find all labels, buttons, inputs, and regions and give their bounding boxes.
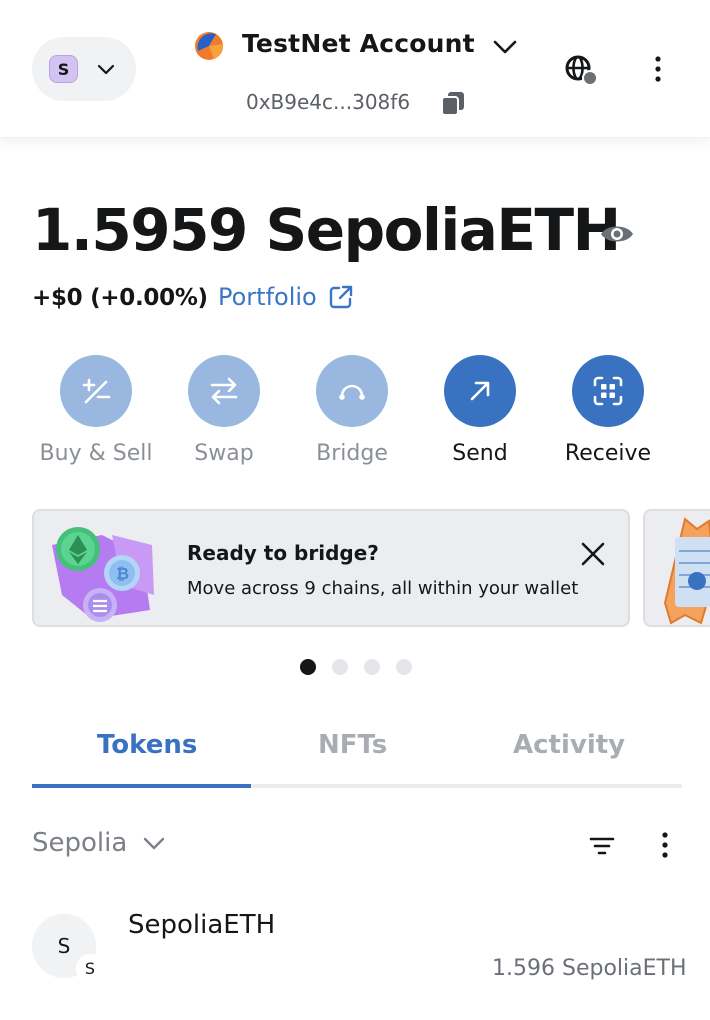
tab-activity[interactable]: Activity: [513, 730, 625, 760]
carousel-dot[interactable]: [364, 659, 380, 675]
account-avatar-icon: [195, 32, 224, 60]
tab-nfts[interactable]: NFTs: [318, 730, 387, 760]
swap-arrows-icon: [188, 355, 260, 427]
next-promo-banner[interactable]: [643, 509, 710, 627]
more-options-icon[interactable]: [646, 53, 670, 85]
bridge-icon: [316, 355, 388, 427]
qr-scan-icon: [572, 355, 644, 427]
account-name[interactable]: TestNet Account: [242, 29, 475, 58]
portfolio-label: Portfolio: [218, 283, 317, 311]
swap-button[interactable]: Swap: [164, 355, 284, 475]
globe-connection-icon[interactable]: [562, 52, 600, 90]
token-list-more-icon[interactable]: [653, 830, 677, 862]
tab-tokens[interactable]: Tokens: [97, 730, 197, 760]
sort-filter-icon[interactable]: [588, 832, 616, 860]
carousel-indicators: [300, 659, 412, 675]
send-button[interactable]: Send: [420, 355, 540, 475]
buy-sell-button[interactable]: Buy & Sell: [36, 355, 156, 475]
account-address: 0xB9e4c...308f6: [246, 90, 411, 114]
account-chevron-down-icon[interactable]: [490, 32, 520, 62]
header-bar: S TestNet Account 0xB9e4c...308f6: [0, 0, 710, 138]
banner-subtitle: Move across 9 chains, all within your wa…: [187, 578, 579, 599]
arrow-up-right-icon: [444, 355, 516, 427]
close-icon[interactable]: [578, 539, 608, 569]
bridge-label: Bridge: [316, 441, 388, 466]
crypto-coins-illustration: ₿: [52, 527, 154, 622]
network-avatar: S: [49, 55, 78, 83]
swap-label: Swap: [194, 441, 254, 466]
copy-icon[interactable]: [440, 90, 466, 116]
promo-illustration: [663, 517, 710, 625]
total-balance: 1.5959 SepoliaETH: [32, 196, 621, 264]
network-badge: S: [76, 954, 104, 982]
network-filter-dropdown[interactable]: Sepolia: [32, 828, 167, 858]
token-balance: 1.596 SepoliaETH: [492, 956, 687, 981]
carousel-dot[interactable]: [332, 659, 348, 675]
receive-button[interactable]: Receive: [548, 355, 668, 475]
portfolio-link[interactable]: Portfolio: [218, 283, 355, 311]
network-picker[interactable]: S: [32, 37, 136, 101]
send-label: Send: [452, 441, 508, 466]
banner-title: Ready to bridge?: [187, 541, 379, 565]
balance-change: +$0 (+0.00%): [32, 285, 208, 311]
token-name: SepoliaETH: [128, 910, 276, 940]
chevron-down-icon: [97, 64, 115, 75]
carousel-dot[interactable]: [300, 659, 316, 675]
plus-minus-icon: [60, 355, 132, 427]
buy-sell-label: Buy & Sell: [39, 441, 153, 466]
receive-label: Receive: [564, 441, 652, 466]
network-filter-label: Sepolia: [32, 828, 128, 858]
active-tab-indicator: [32, 784, 251, 788]
svg-text:₿: ₿: [116, 564, 129, 583]
bridge-button[interactable]: Bridge: [292, 355, 412, 475]
external-link-icon: [329, 285, 352, 309]
chevron-down-icon: [144, 837, 165, 850]
bridge-promo-banner[interactable]: ₿ Ready to bridge? Move across 9 chains,…: [32, 509, 630, 627]
carousel-dot[interactable]: [396, 659, 412, 675]
eye-icon[interactable]: [599, 216, 635, 252]
